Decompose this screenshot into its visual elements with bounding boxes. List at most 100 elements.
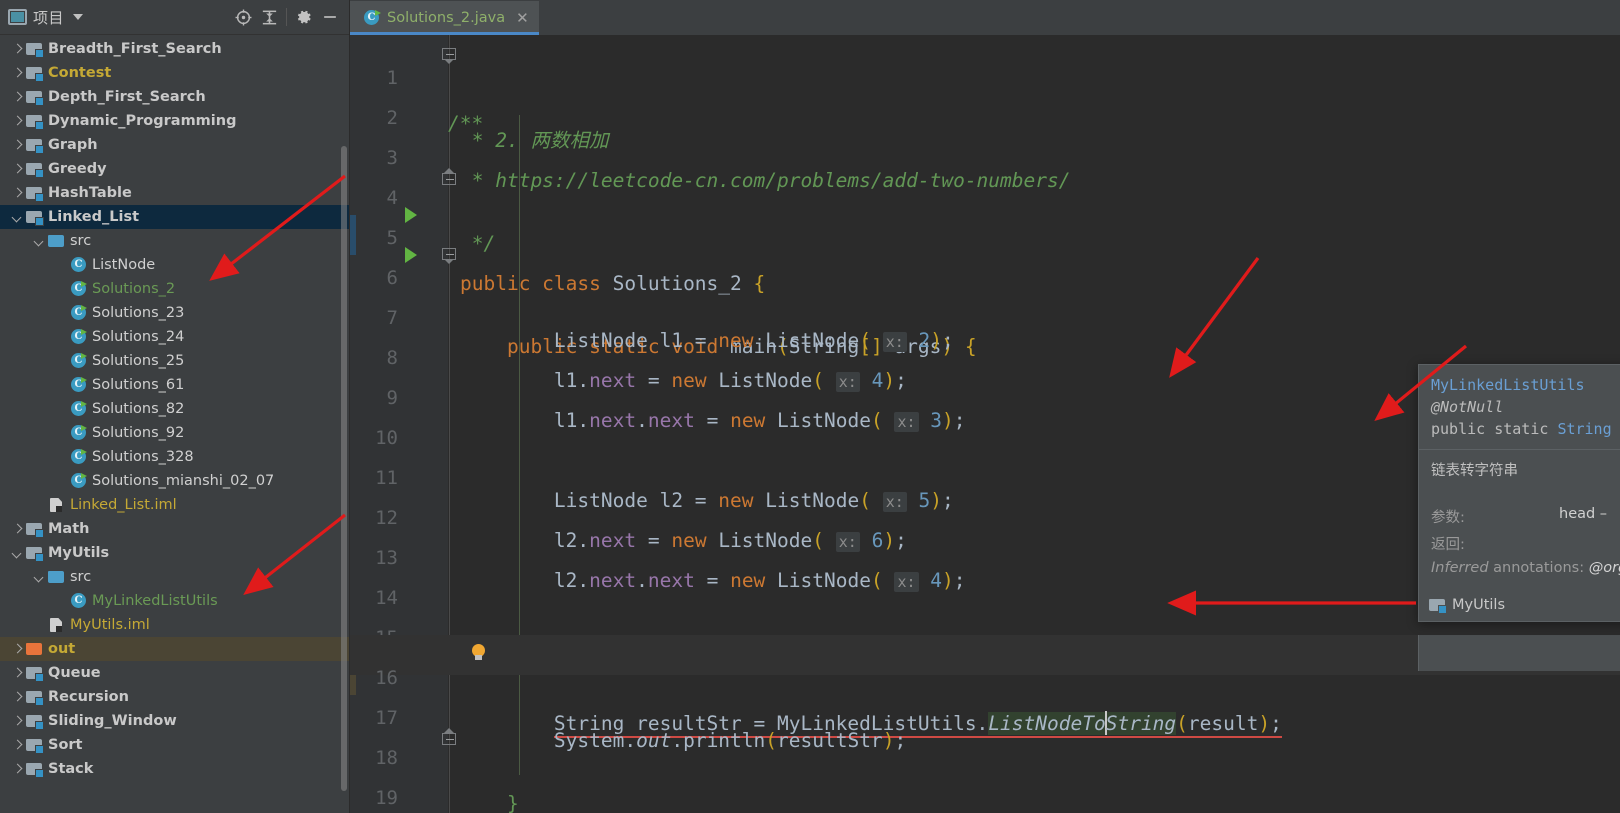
code-line-17[interactable]: 17 System.out.println(resultStr); bbox=[350, 675, 1620, 752]
chevron-down-icon[interactable] bbox=[10, 546, 24, 560]
java-runnable-class-icon bbox=[70, 353, 87, 369]
tree-item-sliding-window[interactable]: Sliding_Window bbox=[0, 709, 349, 733]
collapse-all-icon[interactable] bbox=[256, 4, 282, 30]
doc-inferred-label-italic: Inferred bbox=[1431, 560, 1489, 577]
tree-item-label: Solutions_92 bbox=[92, 425, 185, 441]
chevron-right-icon[interactable] bbox=[10, 90, 24, 104]
tree-item-solutions-92[interactable]: Solutions_92 bbox=[0, 421, 349, 445]
code-line-18[interactable]: 18 } bbox=[350, 715, 1620, 813]
tree-item-solutions-24[interactable]: Solutions_24 bbox=[0, 325, 349, 349]
chevron-down-icon[interactable] bbox=[10, 210, 24, 224]
project-tree[interactable]: Breadth_First_Search Contest Depth_First_S… bbox=[0, 35, 349, 813]
tree-item-solutions-2[interactable]: Solutions_2 bbox=[0, 277, 349, 301]
doc-returns-row: 返回: bbox=[1431, 533, 1620, 554]
project-title-button[interactable]: 项目 bbox=[8, 7, 84, 28]
gear-icon[interactable] bbox=[291, 4, 317, 30]
chevron-right-icon[interactable] bbox=[10, 522, 24, 536]
chevron-down-icon[interactable] bbox=[32, 570, 46, 584]
java-runnable-class-icon bbox=[70, 329, 87, 345]
java-class-icon bbox=[70, 593, 87, 609]
tree-item-src[interactable]: src bbox=[0, 229, 349, 253]
minimize-icon[interactable] bbox=[317, 4, 343, 30]
iml-file-icon bbox=[48, 617, 65, 633]
code-line-7[interactable]: 7 ListNode l1 = new ListNode( x: 2); bbox=[350, 275, 1620, 352]
chevron-right-icon[interactable] bbox=[10, 162, 24, 176]
tree-item-solutions-mianshi-02-07[interactable]: Solutions_mianshi_02_07 bbox=[0, 469, 349, 493]
tree-item-label: Linked_List.iml bbox=[70, 497, 177, 513]
tab-solutions-2-java[interactable]: Solutions_2.java ✕ bbox=[350, 1, 539, 35]
module-folder-icon bbox=[26, 689, 44, 706]
iml-file-icon bbox=[48, 497, 65, 513]
tree-item-listnode[interactable]: ListNode bbox=[0, 253, 349, 277]
editor-tab-bar: Solutions_2.java ✕ bbox=[350, 0, 1620, 35]
close-icon[interactable]: ✕ bbox=[516, 10, 529, 26]
tree-item-dynamic-programming[interactable]: Dynamic_Programming bbox=[0, 109, 349, 133]
code-line-2[interactable]: 2 * 2. 两数相加 bbox=[350, 75, 1620, 152]
code-line-3[interactable]: 3 * https://leetcode-cn.com/problems/add… bbox=[350, 115, 1620, 192]
chevron-right-icon[interactable] bbox=[10, 114, 24, 128]
module-folder-icon bbox=[26, 665, 44, 682]
tree-item-solutions-328[interactable]: Solutions_328 bbox=[0, 445, 349, 469]
code-line-19[interactable]: 19 bbox=[350, 755, 1620, 809]
tree-item-depth-first-search[interactable]: Depth_First_Search bbox=[0, 85, 349, 109]
documentation-popup[interactable]: MyLinkedListUtils @NotNull public static… bbox=[1418, 364, 1620, 622]
tree-item-solutions-82[interactable]: Solutions_82 bbox=[0, 397, 349, 421]
code-line-8[interactable]: 8 l1.next = new ListNode( x: 4); bbox=[350, 315, 1620, 392]
chevron-right-icon[interactable] bbox=[10, 66, 24, 80]
source-folder-icon bbox=[48, 233, 65, 249]
code-line-1[interactable]: 1 /** bbox=[350, 35, 1620, 135]
chevron-right-icon[interactable] bbox=[10, 762, 24, 776]
chevron-right-icon[interactable] bbox=[10, 714, 24, 728]
tree-item-recursion[interactable]: Recursion bbox=[0, 685, 349, 709]
tree-item-solutions-23[interactable]: Solutions_23 bbox=[0, 301, 349, 325]
chevron-right-icon[interactable] bbox=[10, 738, 24, 752]
tree-item-solutions-25[interactable]: Solutions_25 bbox=[0, 349, 349, 373]
code-line-6[interactable]: 6 public static void main(String[] args)… bbox=[350, 235, 1620, 358]
tree-item-myutils[interactable]: MyUtils bbox=[0, 541, 349, 565]
doc-inferred-label: annotations: bbox=[1488, 560, 1585, 577]
run-gutter-icon[interactable] bbox=[405, 207, 417, 223]
tree-item-stack[interactable]: Stack bbox=[0, 757, 349, 781]
java-runnable-class-icon bbox=[70, 281, 87, 297]
tree-item-mylinkedlistutils[interactable]: MyLinkedListUtils bbox=[0, 589, 349, 613]
tree-item-label: MyUtils.iml bbox=[70, 617, 150, 633]
tree-item-out[interactable]: out bbox=[0, 637, 349, 661]
tree-item-contest[interactable]: Contest bbox=[0, 61, 349, 85]
locate-icon[interactable] bbox=[230, 4, 256, 30]
tree-item-greedy[interactable]: Greedy bbox=[0, 157, 349, 181]
chevron-down-icon[interactable] bbox=[73, 14, 84, 20]
tree-item-label: Contest bbox=[48, 65, 112, 81]
module-folder-icon bbox=[26, 161, 44, 178]
chevron-right-icon[interactable] bbox=[10, 642, 24, 656]
chevron-right-icon[interactable] bbox=[10, 138, 24, 152]
chevron-down-icon[interactable] bbox=[32, 234, 46, 248]
doc-footer[interactable]: MyUtils bbox=[1419, 588, 1620, 621]
tree-item-graph[interactable]: Graph bbox=[0, 133, 349, 157]
tree-item-breadth-first-search[interactable]: Breadth_First_Search bbox=[0, 37, 349, 61]
tree-item-myutils-iml[interactable]: MyUtils.iml bbox=[0, 613, 349, 637]
tree-item-queue[interactable]: Queue bbox=[0, 661, 349, 685]
java-runnable-class-icon bbox=[70, 401, 87, 417]
doc-description: 链表转字符串 bbox=[1431, 463, 1518, 480]
sidebar-scrollbar[interactable] bbox=[341, 146, 347, 791]
chevron-right-icon[interactable] bbox=[10, 42, 24, 56]
code-line-4[interactable]: 4 */ bbox=[350, 155, 1620, 255]
tree-item-linked-list-iml[interactable]: Linked_List.iml bbox=[0, 493, 349, 517]
tree-item-sort[interactable]: Sort bbox=[0, 733, 349, 757]
intention-bulb-icon[interactable] bbox=[471, 644, 486, 660]
tree-item-linked-list[interactable]: Linked_List bbox=[0, 205, 349, 229]
tab-label: Solutions_2.java bbox=[387, 10, 506, 26]
run-gutter-icon[interactable] bbox=[405, 247, 417, 263]
tree-item-hashtable[interactable]: HashTable bbox=[0, 181, 349, 205]
chevron-right-icon[interactable] bbox=[10, 690, 24, 704]
code-line-5[interactable]: 5 public class Solutions_2 { bbox=[350, 195, 1620, 295]
chevron-right-icon[interactable] bbox=[10, 666, 24, 680]
tree-item-solutions-61[interactable]: Solutions_61 bbox=[0, 373, 349, 397]
tree-item-label: Greedy bbox=[48, 161, 107, 177]
chevron-right-icon[interactable] bbox=[10, 186, 24, 200]
tree-item-math[interactable]: Math bbox=[0, 517, 349, 541]
tree-item-src[interactable]: src bbox=[0, 565, 349, 589]
